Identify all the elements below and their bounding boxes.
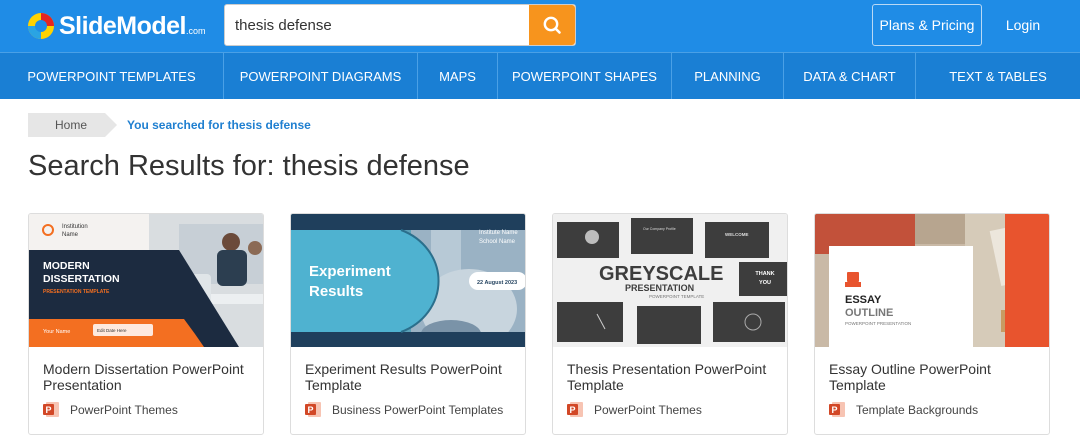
card-category-label: Business PowerPoint Templates [332,402,504,417]
page-title: Search Results for: thesis defense [28,150,470,182]
search-button[interactable] [529,5,575,45]
main-nav: POWERPOINT TEMPLATES POWERPOINT DIAGRAMS… [0,52,1080,99]
card-category[interactable]: P Business PowerPoint Templates [305,401,503,418]
nav-powerpoint-shapes[interactable]: POWERPOINT SHAPES [498,53,672,99]
card-thumbnail[interactable]: Institution Name MODERN DISSERTATION PRE… [29,214,263,347]
thumb-date: 22 August 2023 [477,280,517,286]
thumb-you: YOU [759,280,771,286]
thumb-title-line3: PRESENTATION TEMPLATE [43,289,110,295]
thumb-title-line3: POWERPOINT PRESENTATION [845,321,911,326]
thumb-institute: Institute Name [479,230,518,236]
logo-text: SlideModel [59,11,186,40]
powerpoint-icon: P [305,402,321,417]
search-box [224,4,576,46]
thumb-big-title: GREYSCALE [599,263,723,285]
svg-text:P: P [831,405,837,415]
card-category-label: PowerPoint Themes [594,402,702,417]
card-thumbnail[interactable]: ESSAY OUTLINE POWERPOINT PRESENTATION [815,214,1049,347]
result-card[interactable]: Institution Name MODERN DISSERTATION PRE… [28,213,264,435]
card-category-label: PowerPoint Themes [70,402,178,417]
search-icon [543,16,561,34]
card-title[interactable]: Modern Dissertation PowerPoint Presentat… [43,361,253,393]
thumb-subtitle2: POWERPOINT TEMPLATE [649,294,704,299]
thumb-school: School Name [479,239,516,245]
powerpoint-icon: P [567,402,583,417]
svg-text:P: P [569,405,575,415]
card-category[interactable]: P Template Backgrounds [829,401,978,418]
card-thumbnail[interactable]: Experiment Results Institute Name School… [291,214,525,347]
logo[interactable]: SlideModel .com [26,8,205,44]
thumb-title-line2: OUTLINE [845,307,893,319]
breadcrumb-current: You searched for thesis defense [127,118,311,132]
thumb-thank: THANK [755,271,774,277]
card-title[interactable]: Thesis Presentation PowerPoint Template [567,361,777,393]
thumb-title-line1: ESSAY [845,294,882,306]
thumb-title-line2: DISSERTATION [43,273,120,285]
nav-data-chart[interactable]: DATA & CHART [784,53,916,99]
thumb-title-line2: Results [309,283,363,300]
logo-suffix: .com [185,26,206,36]
nav-powerpoint-diagrams[interactable]: POWERPOINT DIAGRAMS [224,53,418,99]
thumb-company: Our Company Profile [643,227,676,231]
nav-text-tables[interactable]: TEXT & TABLES [916,53,1080,99]
card-category-label: Template Backgrounds [856,402,979,417]
card-title[interactable]: Essay Outline PowerPoint Template [829,361,1039,393]
svg-text:P: P [45,405,51,415]
slidemodel-logo-icon [26,11,56,41]
search-input[interactable] [225,5,529,45]
card-title[interactable]: Experiment Results PowerPoint Template [305,361,515,393]
result-card[interactable]: ESSAY OUTLINE POWERPOINT PRESENTATION Es… [814,213,1050,435]
top-header: SlideModel .com Plans & Pricing Login [0,0,1080,52]
thumb-subtitle: PRESENTATION [625,283,694,293]
thumb-institution-name: Name [62,232,79,238]
svg-text:P: P [307,405,313,415]
thumb-title-line1: Experiment [309,263,391,280]
thumb-your-name: Your Name [43,329,70,335]
plans-pricing-button[interactable]: Plans & Pricing [872,4,982,46]
powerpoint-icon: P [829,402,845,417]
thumb-edit-date: Edit Date Here [97,328,127,333]
thumb-institution: Institution [62,224,88,230]
card-thumbnail[interactable]: Our Company Profile WELCOME THANK YOU GR… [553,214,787,347]
nav-planning[interactable]: PLANNING [672,53,784,99]
result-card[interactable]: Our Company Profile WELCOME THANK YOU GR… [552,213,788,435]
breadcrumb: Home You searched for thesis defense [28,113,311,137]
nav-powerpoint-templates[interactable]: POWERPOINT TEMPLATES [0,53,224,99]
thumb-title-line1: MODERN [43,260,90,272]
powerpoint-icon: P [43,402,59,417]
login-link[interactable]: Login [1002,4,1044,46]
card-category[interactable]: P PowerPoint Themes [567,401,702,418]
thumb-welcome: WELCOME [725,232,749,237]
breadcrumb-home[interactable]: Home [28,113,118,137]
nav-maps[interactable]: MAPS [418,53,498,99]
card-category[interactable]: P PowerPoint Themes [43,401,178,418]
result-card[interactable]: Experiment Results Institute Name School… [290,213,526,435]
